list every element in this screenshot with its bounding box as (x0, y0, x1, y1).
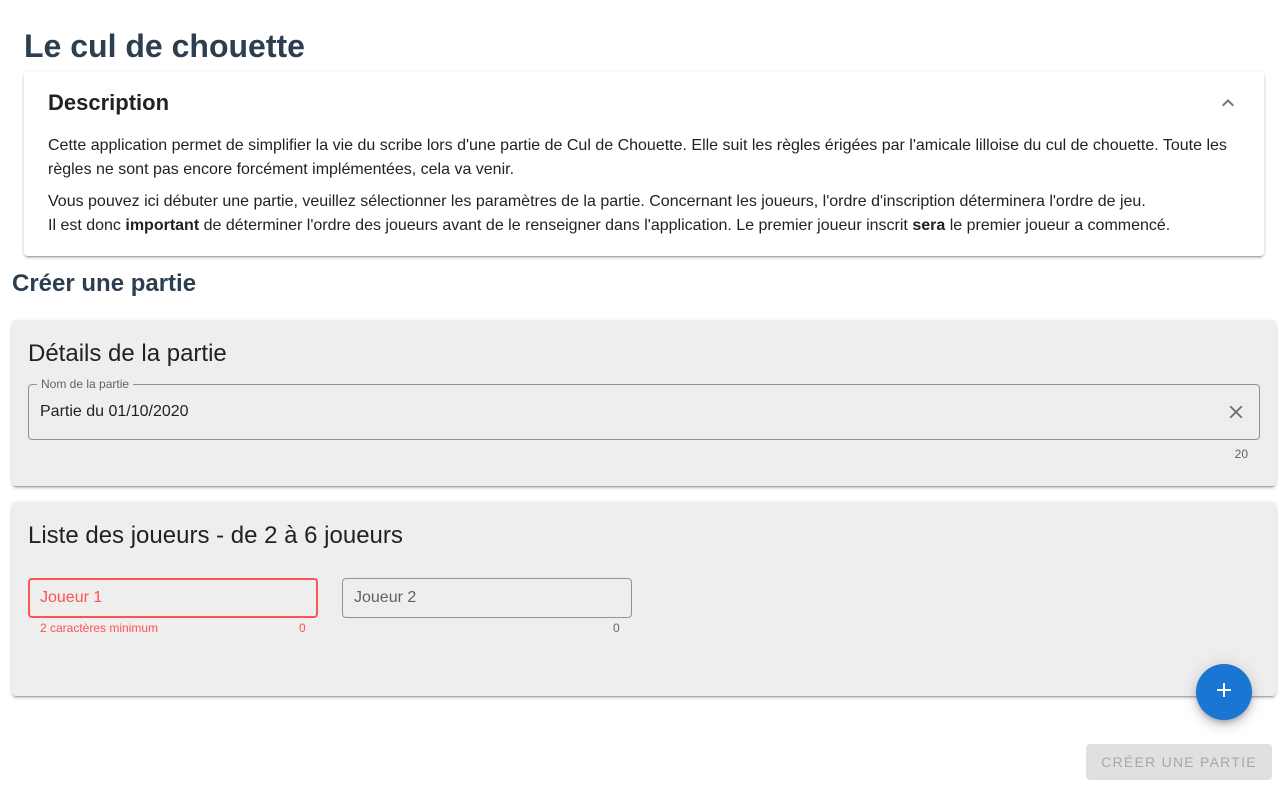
close-icon[interactable] (1225, 401, 1247, 423)
game-name-label: Nom de la partie (37, 377, 134, 391)
player-2-counter: 0 (613, 621, 620, 635)
game-details-title: Détails de la partie (28, 340, 227, 367)
app-title: Le cul de chouette (24, 28, 305, 64)
chevron-up-icon[interactable] (1216, 91, 1240, 115)
description-text: de déterminer l'ordre des joueurs avant … (199, 217, 913, 234)
player-1-field[interactable] (28, 578, 318, 618)
create-game-button[interactable]: Créer une partie (1086, 744, 1272, 780)
description-text: Il est donc (48, 217, 126, 234)
description-text: le premier joueur a commencé. (945, 217, 1171, 234)
description-bold-sera: sera (912, 217, 946, 234)
description-body: Cette application permet de simplifier l… (48, 134, 1244, 238)
create-game-section-title: Créer une partie (12, 270, 197, 297)
add-player-button[interactable] (1196, 664, 1252, 720)
game-name-input[interactable] (40, 401, 1210, 423)
players-card: Liste des joueurs - de 2 à 6 joueurs 2 c… (12, 502, 1276, 696)
player-1-counter: 0 (299, 621, 306, 635)
player-1-input[interactable] (40, 588, 300, 608)
player-2-input[interactable] (354, 588, 614, 608)
player-2-field[interactable] (342, 578, 632, 618)
plus-icon (1212, 678, 1236, 707)
description-header[interactable]: Description (48, 88, 169, 118)
description-paragraph-2-line-2: Il est donc important de déterminer l'or… (48, 214, 1244, 238)
players-title: Liste des joueurs - de 2 à 6 joueurs (28, 522, 403, 549)
game-name-counter: 20 (1234, 447, 1248, 461)
game-details-card: Détails de la partie Nom de la partie 20 (12, 320, 1276, 486)
description-paragraph-2-line-1: Vous pouvez ici débuter une partie, veui… (48, 193, 1146, 210)
player-1-error: 2 caractères minimum (40, 621, 159, 635)
description-paragraph-1: Cette application permet de simplifier l… (48, 137, 1227, 178)
description-bold-important: important (125, 217, 200, 234)
game-name-field[interactable]: Nom de la partie (28, 377, 1260, 440)
description-panel: Description Cette application permet de … (24, 72, 1264, 256)
